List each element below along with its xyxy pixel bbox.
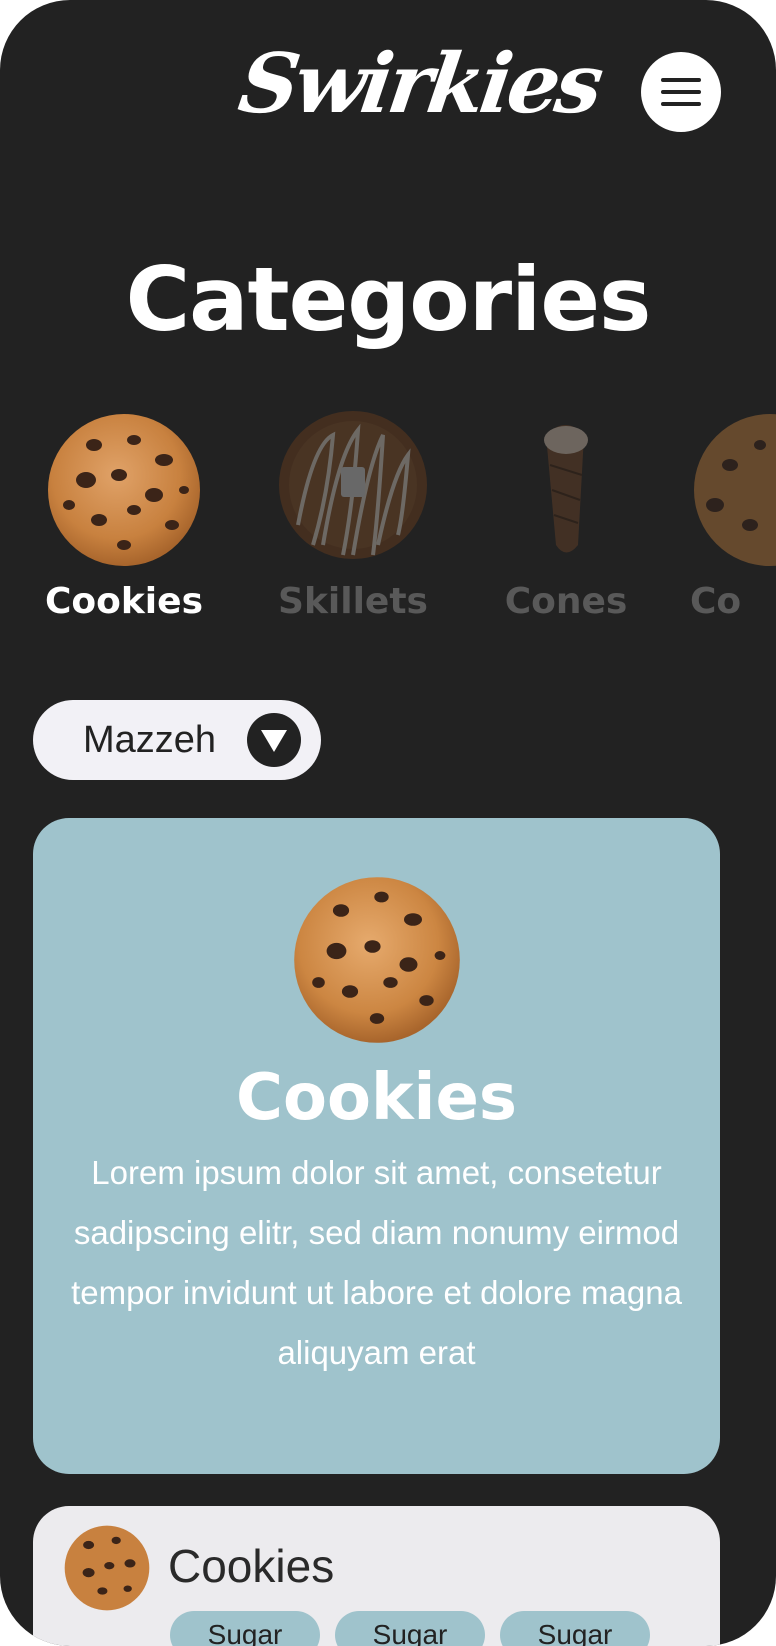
skillet-image bbox=[279, 411, 427, 559]
feature-title: Cookies bbox=[236, 1061, 517, 1135]
menu-button[interactable] bbox=[641, 52, 721, 132]
cookie-image bbox=[64, 1525, 150, 1611]
product-tag[interactable]: Sugar bbox=[500, 1611, 650, 1646]
app-screen: Swirkies Categories Cookies Skillets Con… bbox=[0, 0, 776, 1646]
category-label: Skillets bbox=[278, 581, 428, 622]
feature-description: Lorem ipsum dolor sit amet, consetetur s… bbox=[71, 1154, 682, 1371]
filter-dropdown[interactable]: Mazzeh bbox=[33, 700, 321, 780]
cookie-image bbox=[294, 877, 460, 1043]
filter-label: Mazzeh bbox=[83, 719, 217, 761]
cone-image bbox=[544, 425, 588, 553]
product-title: Cookies bbox=[168, 1540, 335, 1592]
dropdown-toggle[interactable] bbox=[247, 713, 301, 767]
product-card[interactable]: Cookies Sugar Sugar Sugar bbox=[33, 1506, 720, 1646]
category-label: Cookies bbox=[44, 581, 203, 622]
cookie-image bbox=[48, 414, 200, 566]
feature-card[interactable]: Cookies Lorem ipsum dolor sit amet, cons… bbox=[33, 818, 720, 1474]
category-label: Co bbox=[690, 581, 742, 622]
product-tag[interactable]: Sugar bbox=[335, 1611, 485, 1646]
cookie-image bbox=[694, 414, 776, 566]
category-partial[interactable]: Co bbox=[690, 405, 776, 635]
hamburger-menu-icon bbox=[661, 78, 701, 106]
dropdown-triangle-icon bbox=[261, 730, 287, 752]
brand-logo[interactable]: Swirkies bbox=[232, 24, 605, 144]
product-tag[interactable]: Sugar bbox=[170, 1611, 320, 1646]
page-title: Categories bbox=[125, 248, 652, 351]
category-label: Cones bbox=[504, 581, 628, 622]
